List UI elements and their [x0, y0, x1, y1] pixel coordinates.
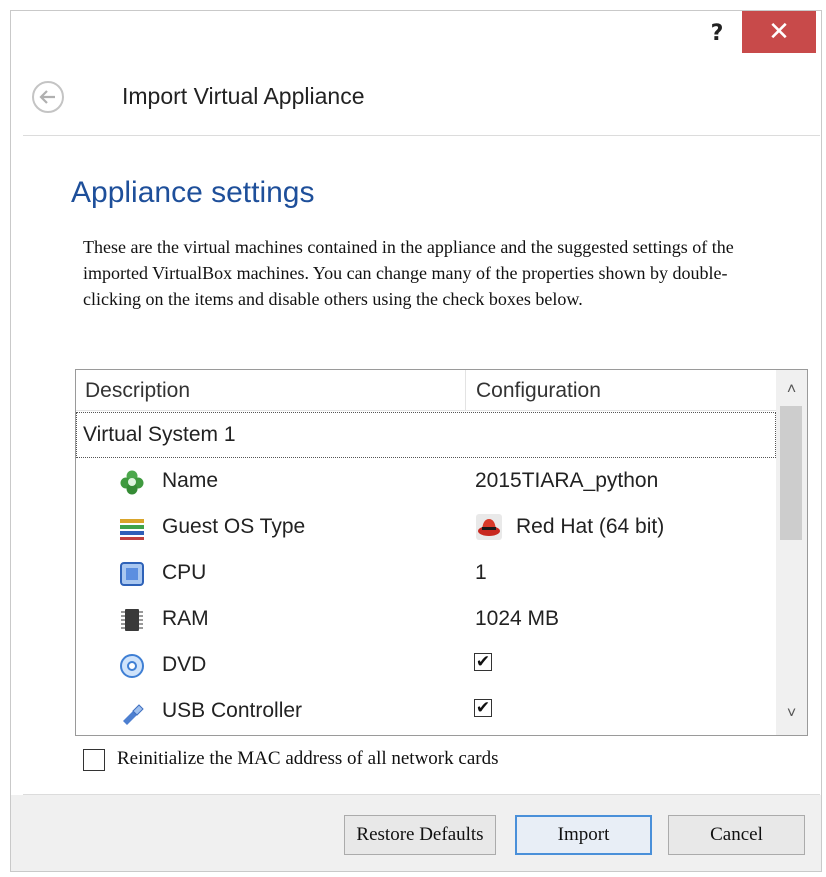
row-label: CPU	[162, 561, 207, 584]
table-row-name[interactable]: Name 2015TIARA_python	[76, 458, 776, 504]
column-header-description[interactable]: Description	[76, 370, 466, 410]
row-label: DVD	[162, 653, 207, 676]
wizard-title: Import Virtual Appliance	[122, 83, 365, 109]
chevron-down-icon: ˅	[786, 705, 797, 722]
row-value[interactable]: 1024 MB	[475, 607, 559, 631]
restore-defaults-button[interactable]: Restore Defaults	[344, 815, 496, 855]
chevron-up-icon: ˄	[786, 381, 797, 398]
help-button[interactable]: ?	[699, 15, 735, 51]
table-row-dvd[interactable]: DVD ✔	[76, 642, 776, 688]
cancel-button[interactable]: Cancel	[668, 815, 805, 855]
mac-reinit-label[interactable]: Reinitialize the MAC address of all netw…	[117, 748, 498, 770]
cpu-icon	[120, 562, 144, 586]
guest-os-icon	[120, 519, 144, 540]
virtual-system-row[interactable]: Virtual System 1	[76, 412, 776, 458]
import-appliance-dialog: ? ✕ Import Virtual Appliance Appliance s…	[10, 10, 822, 872]
row-value[interactable]: 2015TIARA_python	[475, 469, 658, 493]
table-row-ram[interactable]: RAM 1024 MB	[76, 596, 776, 642]
scroll-down-button[interactable]: ˅	[776, 700, 807, 728]
import-button[interactable]: Import	[515, 815, 652, 855]
table-header: Description Configuration	[76, 370, 776, 411]
wizard-header: Import Virtual Appliance	[11, 73, 821, 137]
usb-icon	[123, 704, 144, 725]
back-arrow-icon	[39, 90, 55, 104]
name-icon	[120, 470, 144, 495]
ram-icon	[121, 609, 143, 631]
row-label: Guest OS Type	[162, 515, 306, 538]
scrollbar-thumb[interactable]	[780, 406, 802, 540]
appliance-settings-table[interactable]: Description Configuration Virtual System…	[75, 369, 808, 736]
vertical-scrollbar[interactable]: ˄ ˅	[776, 370, 807, 735]
table-row-usb[interactable]: USB Controller ✔	[76, 688, 776, 734]
dvd-icon	[120, 654, 144, 678]
back-button[interactable]	[32, 81, 64, 113]
close-button[interactable]: ✕	[742, 11, 816, 53]
table-row-guest-os[interactable]: Guest OS Type Red Hat (64 bit)	[76, 504, 776, 550]
section-title: Appliance settings	[71, 176, 315, 209]
row-label: Name	[162, 469, 219, 492]
row-value[interactable]: 1	[475, 561, 487, 585]
close-icon: ✕	[768, 17, 790, 47]
title-bar: ? ✕	[11, 11, 821, 63]
dvd-checkbox[interactable]: ✔	[474, 653, 492, 671]
row-label: USB Controller	[162, 699, 303, 722]
scroll-up-button[interactable]: ˄	[776, 376, 807, 404]
usb-checkbox[interactable]: ✔	[474, 699, 492, 717]
wizard-content: Appliance settings These are the virtual…	[23, 135, 820, 795]
row-label: RAM	[162, 607, 209, 630]
virtual-system-label: Virtual System 1	[83, 423, 236, 446]
row-value[interactable]: Red Hat (64 bit)	[516, 515, 664, 539]
mac-reinit-checkbox[interactable]	[83, 749, 105, 771]
section-description: These are the virtual machines contained…	[83, 237, 734, 309]
column-header-configuration[interactable]: Configuration	[466, 370, 776, 410]
table-row-cpu[interactable]: CPU 1	[76, 550, 776, 596]
button-bar: Restore Defaults Import Cancel	[11, 795, 821, 871]
redhat-icon	[476, 514, 502, 540]
